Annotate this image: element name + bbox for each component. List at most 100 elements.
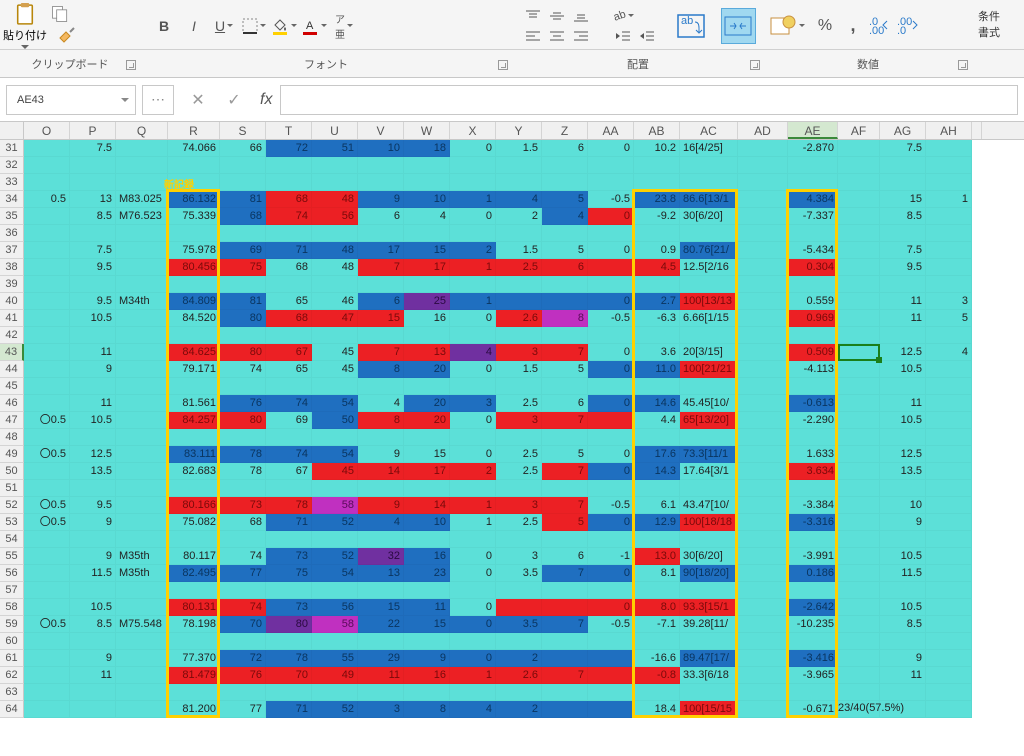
- cell[interactable]: 0: [588, 599, 634, 616]
- cell[interactable]: [116, 310, 168, 327]
- row-header[interactable]: 56: [0, 565, 24, 582]
- cell[interactable]: 2.7: [634, 293, 680, 310]
- cell[interactable]: [680, 429, 738, 446]
- cell[interactable]: [24, 582, 70, 599]
- cell[interactable]: [24, 667, 70, 684]
- cell[interactable]: [24, 378, 70, 395]
- cell[interactable]: 43.47[10/: [680, 497, 738, 514]
- cell[interactable]: [24, 463, 70, 480]
- cell[interactable]: 0.969: [788, 310, 838, 327]
- cell[interactable]: 5: [542, 361, 588, 378]
- cell[interactable]: 7: [542, 463, 588, 480]
- cell[interactable]: -3.316: [788, 514, 838, 531]
- cell[interactable]: 4: [404, 208, 450, 225]
- cell[interactable]: [542, 531, 588, 548]
- cell[interactable]: [220, 531, 266, 548]
- cell[interactable]: 23.8: [634, 191, 680, 208]
- cell[interactable]: 8: [542, 310, 588, 327]
- cell[interactable]: 4: [496, 191, 542, 208]
- cell[interactable]: [24, 480, 70, 497]
- cell[interactable]: 2.5: [496, 463, 542, 480]
- cell[interactable]: [450, 480, 496, 497]
- cell[interactable]: [266, 429, 312, 446]
- cell[interactable]: [116, 582, 168, 599]
- cell[interactable]: [70, 327, 116, 344]
- cell[interactable]: [634, 684, 680, 701]
- cell[interactable]: [450, 429, 496, 446]
- cell[interactable]: 47: [312, 310, 358, 327]
- cell[interactable]: [588, 259, 634, 276]
- copy-icon[interactable]: [50, 4, 70, 24]
- cell[interactable]: 2.6: [496, 310, 542, 327]
- cell[interactable]: 6: [542, 140, 588, 157]
- cell[interactable]: 0.9: [634, 242, 680, 259]
- cell[interactable]: 0: [588, 463, 634, 480]
- row-header[interactable]: 47: [0, 412, 24, 429]
- cell[interactable]: 9: [358, 497, 404, 514]
- align-center-button[interactable]: [546, 27, 568, 45]
- cell[interactable]: [788, 531, 838, 548]
- cell[interactable]: [838, 157, 880, 174]
- cell[interactable]: 〇0.5: [24, 514, 70, 531]
- cell[interactable]: 0: [450, 140, 496, 157]
- cell[interactable]: 15: [358, 310, 404, 327]
- cell[interactable]: 3.634: [788, 463, 838, 480]
- cell[interactable]: [496, 157, 542, 174]
- cell[interactable]: 11: [70, 344, 116, 361]
- cell[interactable]: 8: [358, 361, 404, 378]
- cell[interactable]: [168, 480, 220, 497]
- dialog-launcher-icon[interactable]: [498, 60, 508, 70]
- cell[interactable]: 7: [542, 344, 588, 361]
- cell[interactable]: 9.5: [70, 293, 116, 310]
- cell[interactable]: 3.5: [496, 616, 542, 633]
- cell[interactable]: [926, 208, 972, 225]
- cell[interactable]: [838, 565, 880, 582]
- cell[interactable]: [788, 276, 838, 293]
- cell[interactable]: [838, 633, 880, 650]
- cell[interactable]: [838, 259, 880, 276]
- cell[interactable]: 18: [404, 140, 450, 157]
- cell[interactable]: [634, 327, 680, 344]
- cell[interactable]: 23: [404, 565, 450, 582]
- cell[interactable]: [838, 395, 880, 412]
- cell[interactable]: 7.5: [70, 140, 116, 157]
- cell[interactable]: [24, 633, 70, 650]
- cell[interactable]: [738, 684, 788, 701]
- cell[interactable]: [358, 327, 404, 344]
- cell[interactable]: [634, 225, 680, 242]
- cell[interactable]: 8.1: [634, 565, 680, 582]
- column-header[interactable]: AF: [838, 122, 880, 139]
- cell[interactable]: [738, 225, 788, 242]
- cell[interactable]: [634, 429, 680, 446]
- row-header[interactable]: 38: [0, 259, 24, 276]
- cell[interactable]: [168, 327, 220, 344]
- cell[interactable]: [926, 140, 972, 157]
- cell[interactable]: [116, 157, 168, 174]
- cell[interactable]: [266, 531, 312, 548]
- cell[interactable]: 16: [404, 667, 450, 684]
- column-header[interactable]: AC: [680, 122, 738, 139]
- cell[interactable]: 12.5: [70, 446, 116, 463]
- cell[interactable]: [220, 174, 266, 191]
- cell[interactable]: [926, 531, 972, 548]
- cell[interactable]: 81.561: [168, 395, 220, 412]
- cell[interactable]: 14.6: [634, 395, 680, 412]
- cell[interactable]: 8.5: [880, 616, 926, 633]
- cell[interactable]: [788, 378, 838, 395]
- cell[interactable]: [838, 531, 880, 548]
- cell[interactable]: [70, 701, 116, 718]
- row-header[interactable]: 43: [0, 344, 24, 361]
- cell[interactable]: [496, 429, 542, 446]
- column-header[interactable]: AG: [880, 122, 926, 139]
- cell[interactable]: 20: [404, 412, 450, 429]
- cell[interactable]: [838, 378, 880, 395]
- cell[interactable]: [450, 633, 496, 650]
- cell[interactable]: 58: [312, 497, 358, 514]
- row-header[interactable]: 62: [0, 667, 24, 684]
- cell[interactable]: -0.613: [788, 395, 838, 412]
- cell[interactable]: [738, 514, 788, 531]
- cell[interactable]: 80.117: [168, 548, 220, 565]
- row-header[interactable]: 40: [0, 293, 24, 310]
- cell[interactable]: [404, 429, 450, 446]
- cell[interactable]: 12.5: [880, 344, 926, 361]
